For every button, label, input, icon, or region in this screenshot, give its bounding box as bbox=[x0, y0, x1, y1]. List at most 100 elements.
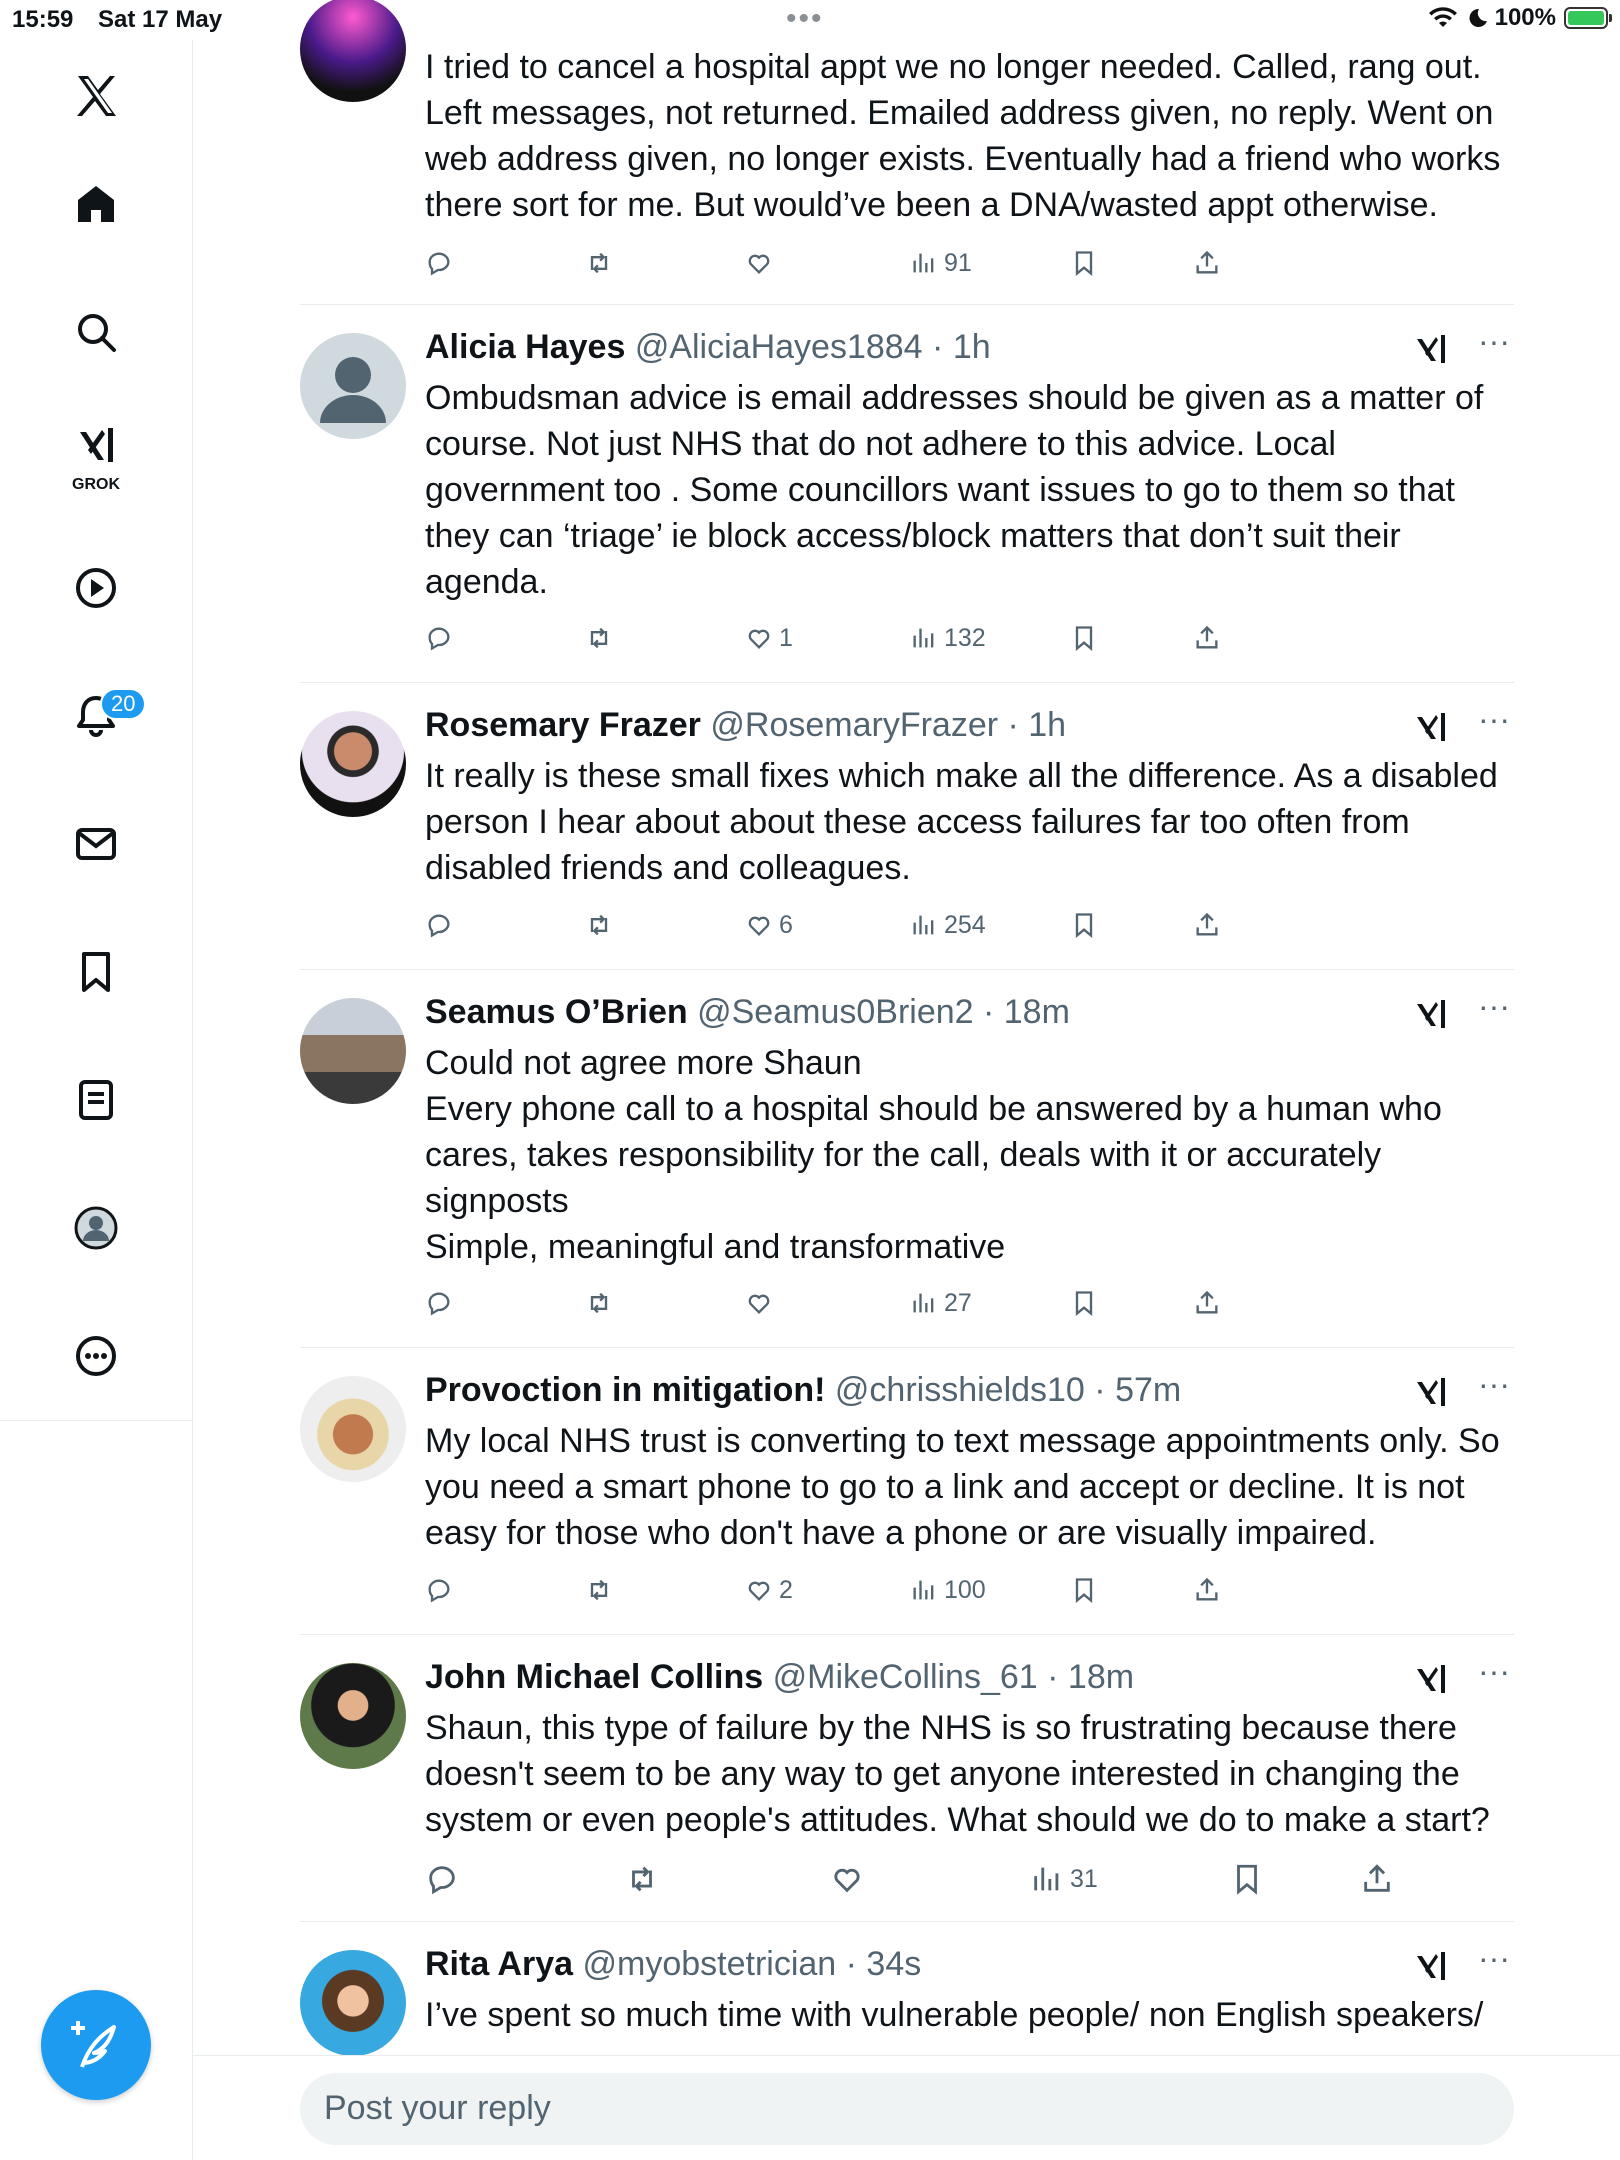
messages-envelope-icon[interactable] bbox=[60, 808, 132, 880]
home-icon[interactable] bbox=[60, 168, 132, 240]
like-button[interactable] bbox=[745, 1283, 779, 1323]
x-logo-icon[interactable] bbox=[60, 60, 132, 132]
repost-button[interactable] bbox=[585, 618, 613, 658]
repost-button[interactable] bbox=[585, 1570, 613, 1610]
more-options-icon[interactable]: ··· bbox=[1474, 325, 1514, 371]
avatar[interactable] bbox=[300, 1376, 406, 1482]
tweet-time[interactable]: 1h bbox=[953, 328, 991, 366]
grok-explain-icon[interactable] bbox=[1412, 1948, 1450, 1986]
grok-explain-icon[interactable] bbox=[1412, 996, 1450, 1034]
notifications-bell-icon[interactable]: 20 bbox=[60, 680, 147, 752]
bookmark-button[interactable] bbox=[1230, 1859, 1264, 1899]
tweet-time[interactable]: 34s bbox=[866, 1945, 921, 1983]
author-handle[interactable]: @chrisshields10 bbox=[835, 1371, 1085, 1409]
more-options-icon[interactable] bbox=[60, 1320, 132, 1392]
views-button[interactable]: 100 bbox=[910, 1570, 986, 1610]
compose-feather-icon bbox=[71, 2021, 116, 2068]
heart-icon bbox=[748, 1294, 770, 1314]
views-button[interactable]: 27 bbox=[910, 1283, 972, 1323]
reply-button[interactable] bbox=[425, 1859, 459, 1899]
like-button[interactable]: 1 bbox=[745, 618, 793, 658]
share-button[interactable] bbox=[1360, 1859, 1394, 1899]
tweet-actions: 2 100 bbox=[425, 1570, 1325, 1610]
profile-icon[interactable] bbox=[60, 1192, 132, 1264]
tweet[interactable]: Provoction in mitigation! @chrisshields1… bbox=[300, 1348, 1514, 1635]
lists-icon[interactable] bbox=[60, 1064, 132, 1136]
bookmark-button[interactable] bbox=[1070, 905, 1098, 945]
grok-explain-icon[interactable] bbox=[1412, 1374, 1450, 1412]
reply-button[interactable] bbox=[425, 618, 453, 658]
tweet[interactable]: Alicia Hayes @AliciaHayes1884 · 1h ··· O… bbox=[300, 305, 1514, 683]
compose-post-button[interactable] bbox=[41, 1990, 151, 2100]
more-options-icon[interactable]: ··· bbox=[1474, 1368, 1514, 1414]
bookmark-button[interactable] bbox=[1070, 243, 1098, 283]
reply-button[interactable] bbox=[425, 1570, 453, 1610]
reply-button[interactable] bbox=[425, 905, 453, 945]
share-button[interactable] bbox=[1193, 243, 1221, 283]
views-button[interactable]: 91 bbox=[910, 243, 972, 283]
author-name[interactable]: Seamus O’Brien bbox=[425, 993, 688, 1031]
dot-separator: · bbox=[922, 328, 953, 366]
repost-button[interactable] bbox=[585, 1283, 613, 1323]
like-button[interactable] bbox=[830, 1859, 870, 1899]
author-handle[interactable]: @MikeCollins_61 bbox=[773, 1658, 1038, 1696]
author-name[interactable]: Provoction in mitigation! bbox=[425, 1371, 825, 1409]
tweet-time[interactable]: 1h bbox=[1028, 706, 1066, 744]
author-handle[interactable]: @RosemaryFrazer bbox=[710, 706, 998, 744]
share-button[interactable] bbox=[1193, 618, 1221, 658]
author-name[interactable]: Rita Arya bbox=[425, 1945, 573, 1983]
author-handle[interactable]: @AliciaHayes1884 bbox=[635, 328, 923, 366]
bookmarks-icon[interactable] bbox=[60, 936, 132, 1008]
tweet-time[interactable]: 18m bbox=[1004, 993, 1070, 1031]
more-options-icon[interactable]: ··· bbox=[1474, 1655, 1514, 1701]
author-name[interactable]: Rosemary Frazer bbox=[425, 706, 701, 744]
grok-icon[interactable]: GROK bbox=[60, 420, 132, 493]
more-options-icon[interactable]: ··· bbox=[1474, 703, 1514, 749]
reply-input[interactable]: Post your reply bbox=[300, 2073, 1514, 2145]
repost-button[interactable] bbox=[585, 905, 613, 945]
author-name[interactable]: John Michael Collins bbox=[425, 1658, 763, 1696]
tweet[interactable]: I tried to cancel a hospital appt we no … bbox=[300, 0, 1514, 305]
tweet-time[interactable]: 57m bbox=[1115, 1371, 1181, 1409]
avatar[interactable] bbox=[300, 333, 406, 439]
grok-explain-icon[interactable] bbox=[1412, 331, 1450, 369]
more-options-icon[interactable]: ··· bbox=[1474, 990, 1514, 1036]
share-icon bbox=[1364, 1864, 1390, 1892]
bookmark-button[interactable] bbox=[1070, 1570, 1098, 1610]
share-button[interactable] bbox=[1193, 905, 1221, 945]
repost-button[interactable] bbox=[585, 243, 613, 283]
avatar[interactable] bbox=[300, 1663, 406, 1769]
tweet[interactable]: Rosemary Frazer @RosemaryFrazer · 1h ···… bbox=[300, 683, 1514, 970]
views-button[interactable]: 31 bbox=[1030, 1859, 1098, 1899]
avatar[interactable] bbox=[300, 0, 406, 102]
like-button[interactable] bbox=[745, 243, 779, 283]
share-button[interactable] bbox=[1193, 1283, 1221, 1323]
bookmark-button[interactable] bbox=[1070, 618, 1098, 658]
grok-explain-icon[interactable] bbox=[1412, 709, 1450, 747]
bookmark-button[interactable] bbox=[1070, 1283, 1098, 1323]
avatar[interactable] bbox=[300, 711, 406, 817]
grok-explain-icon[interactable] bbox=[1412, 1661, 1450, 1699]
tweet[interactable]: John Michael Collins @MikeCollins_61 · 1… bbox=[300, 1635, 1514, 1922]
avatar[interactable] bbox=[300, 998, 406, 1104]
views-button[interactable]: 254 bbox=[910, 905, 986, 945]
repost-button[interactable] bbox=[625, 1859, 659, 1899]
video-play-icon[interactable] bbox=[60, 552, 132, 624]
like-button[interactable]: 2 bbox=[745, 1570, 793, 1610]
author-name[interactable]: Alicia Hayes bbox=[425, 328, 625, 366]
tweet-time[interactable]: 18m bbox=[1068, 1658, 1134, 1696]
search-icon[interactable] bbox=[60, 296, 132, 368]
tweet[interactable]: Seamus O’Brien @Seamus0Brien2 · 18m ··· … bbox=[300, 970, 1514, 1348]
reply-button[interactable] bbox=[425, 1283, 453, 1323]
author-handle[interactable]: @Seamus0Brien2 bbox=[697, 993, 973, 1031]
view-count: 91 bbox=[944, 248, 972, 277]
like-button[interactable]: 6 bbox=[745, 905, 793, 945]
avatar[interactable] bbox=[300, 1950, 406, 2056]
reply-button[interactable] bbox=[425, 243, 453, 283]
share-button[interactable] bbox=[1193, 1570, 1221, 1610]
tweet[interactable]: Rita Arya @myobstetrician · 34s ··· I’ve… bbox=[300, 1922, 1514, 2060]
more-options-icon[interactable]: ··· bbox=[1474, 1942, 1514, 1988]
author-handle[interactable]: @myobstetrician bbox=[582, 1945, 836, 1983]
reply-bar-divider bbox=[192, 2055, 1620, 2056]
views-button[interactable]: 132 bbox=[910, 618, 986, 658]
